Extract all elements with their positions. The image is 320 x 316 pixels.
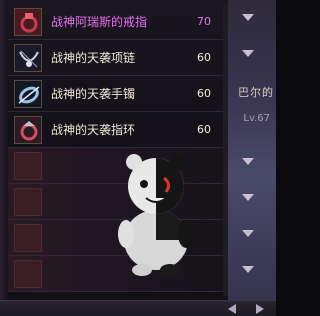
next-page-button[interactable] [256,304,264,314]
list-item[interactable]: 战神的天袭手镯 60 [8,76,228,112]
item-name: 战神的天袭项链 [51,51,136,65]
item-level: 60 [197,123,211,136]
item-level: 60 [197,51,211,64]
bracelet-icon [14,79,42,108]
list-item[interactable]: 战神的天袭项链 60 [8,40,228,76]
chevron-down-icon [242,14,254,21]
chevron-down-icon [242,266,254,273]
empty-slot [14,223,42,252]
row-expand[interactable] [228,148,276,184]
row-expand[interactable] [228,40,276,76]
row-expand[interactable] [228,256,276,292]
chevron-down-icon [242,50,254,57]
left-border [0,0,8,316]
necklace-icon [14,43,42,72]
list-item[interactable]: 战神阿瑞斯的戒指 70 [8,4,228,40]
list-item[interactable]: 战神的天袭指环 60 [8,112,228,148]
pager-bar [0,300,276,316]
row-expand[interactable] [228,4,276,40]
empty-slot [14,187,42,216]
bear-mascot-icon [118,154,194,276]
ring-icon [14,115,42,144]
empty-slot [14,151,42,180]
background-label: Lv.67 [243,113,270,124]
item-name: 战神阿瑞斯的戒指 [51,15,148,29]
scrollbar[interactable] [223,4,228,296]
chevron-down-icon [242,158,254,165]
item-name: 战神的天袭指环 [51,123,136,137]
chevron-down-icon [242,194,254,201]
ring-icon [14,7,42,36]
item-name: 战神的天袭手镯 [51,87,136,101]
row-expand[interactable] [228,220,276,256]
empty-slot [14,259,42,288]
row-expand[interactable] [228,184,276,220]
item-level: 60 [197,87,211,100]
item-level: 70 [197,15,211,28]
item-list-panel: 巴尔的 Lv.67 战神阿瑞斯的戒指 70 战神的天袭项链 60 战神的天袭手镯… [0,0,276,316]
background-text: 巴尔的 [238,86,274,99]
previous-page-button[interactable] [228,304,236,314]
chevron-down-icon [242,230,254,237]
